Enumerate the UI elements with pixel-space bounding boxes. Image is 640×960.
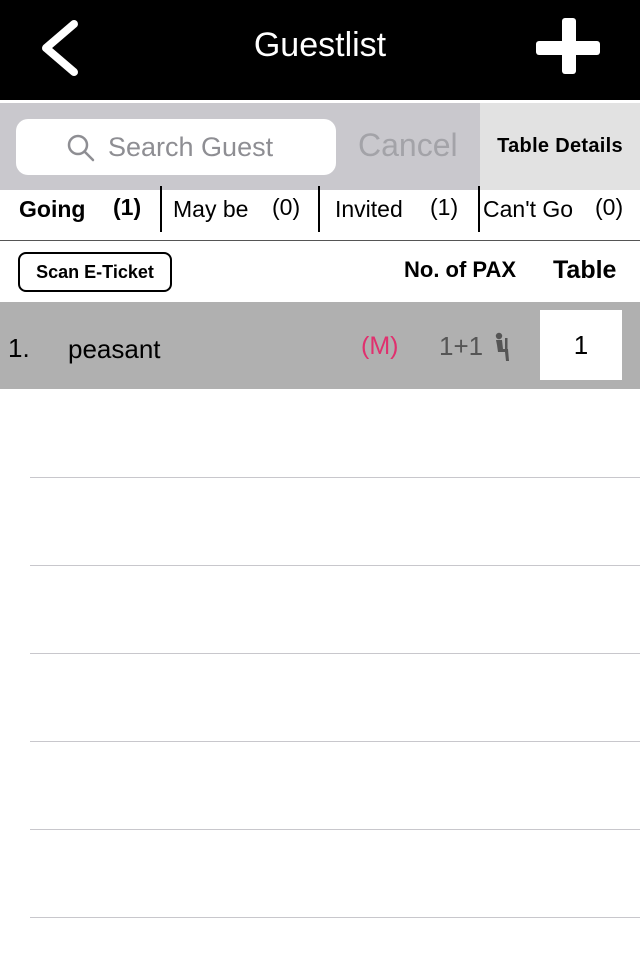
search-bar: Cancel bbox=[0, 103, 480, 190]
tab-label: Invited bbox=[335, 196, 403, 222]
guest-index: 1. bbox=[8, 333, 30, 363]
tab-label: Going bbox=[19, 196, 86, 222]
scan-eticket-button[interactable]: Scan E-Ticket bbox=[18, 252, 172, 292]
search-input[interactable] bbox=[108, 119, 328, 175]
empty-row-divider bbox=[30, 565, 640, 566]
add-guest-button[interactable] bbox=[536, 18, 602, 76]
tab-count: (0) bbox=[272, 194, 301, 220]
tab-going[interactable]: Going (1) bbox=[0, 186, 160, 240]
cancel-button[interactable]: Cancel bbox=[358, 127, 458, 164]
guest-gender: (M) bbox=[361, 332, 399, 360]
tab-maybe[interactable]: May be (0) bbox=[162, 186, 318, 240]
tab-invited[interactable]: Invited (1) bbox=[320, 186, 478, 240]
tab-count: (0) bbox=[595, 194, 624, 220]
tab-count: (1) bbox=[113, 194, 142, 220]
person-seated-icon bbox=[495, 332, 509, 361]
guest-row[interactable]: 1. peasant (M) 1+1 1 bbox=[0, 302, 640, 389]
tab-cant-go[interactable]: Can't Go (0) bbox=[480, 186, 640, 240]
table-number-field[interactable]: 1 bbox=[540, 310, 622, 380]
nav-bar: Guestlist bbox=[0, 0, 640, 100]
divider bbox=[0, 240, 640, 241]
search-icon bbox=[67, 134, 95, 162]
guest-name: peasant bbox=[68, 334, 161, 364]
empty-row-divider bbox=[30, 477, 640, 478]
tab-label: Can't Go bbox=[483, 196, 574, 222]
table-column-header: Table bbox=[553, 256, 617, 284]
pax-column-header: No. of PAX bbox=[404, 257, 517, 282]
guest-pax: 1+1 bbox=[439, 331, 484, 361]
chevron-left-icon bbox=[42, 20, 78, 76]
search-field[interactable] bbox=[16, 119, 336, 175]
table-details-button[interactable]: Table Details bbox=[480, 103, 640, 190]
empty-row-divider bbox=[30, 829, 640, 830]
tab-count: (1) bbox=[430, 194, 459, 220]
tab-label: May be bbox=[173, 196, 249, 222]
back-button[interactable] bbox=[36, 18, 86, 78]
empty-row-divider bbox=[30, 653, 640, 654]
rsvp-tabs: Going (1) May be (0) Invited (1) Can't G… bbox=[0, 186, 640, 240]
empty-row-divider bbox=[30, 917, 640, 918]
empty-row-divider bbox=[30, 741, 640, 742]
